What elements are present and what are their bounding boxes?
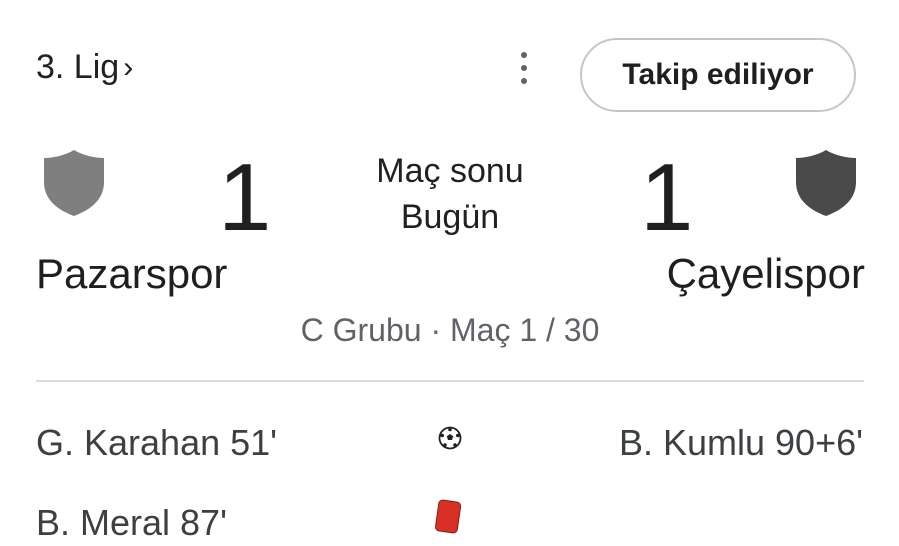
away-team-name[interactable]: Çayelispor	[667, 250, 865, 298]
home-team-crest-icon	[44, 150, 104, 216]
red-card-icon	[435, 499, 462, 534]
follow-button-label: Takip ediliyor	[622, 58, 814, 91]
away-score: 1	[640, 144, 694, 251]
match-status: Maç sonu	[376, 152, 524, 190]
match-date: Bugün	[400, 198, 500, 236]
league-link[interactable]: 3. Lig ›	[36, 48, 133, 87]
divider	[36, 380, 864, 382]
chevron-right-icon: ›	[123, 50, 134, 84]
group-info: C Grubu · Maç 1 / 30	[300, 312, 600, 348]
home-score: 1	[218, 144, 272, 251]
league-label: 3. Lig	[36, 48, 120, 86]
match-status-block: Maç sonu Bugün	[340, 148, 560, 240]
soccer-ball-icon	[438, 426, 462, 450]
more-options-icon[interactable]	[512, 52, 536, 84]
away-team-crest-icon	[796, 150, 856, 216]
home-card-event: B. Meral 87'	[36, 502, 227, 543]
away-goal-event: B. Kumlu 90+6'	[618, 422, 863, 463]
follow-button[interactable]: Takip ediliyor	[580, 38, 856, 112]
home-team-name[interactable]: Pazarspor	[36, 250, 227, 298]
home-goal-event: G. Karahan 51'	[36, 422, 278, 463]
